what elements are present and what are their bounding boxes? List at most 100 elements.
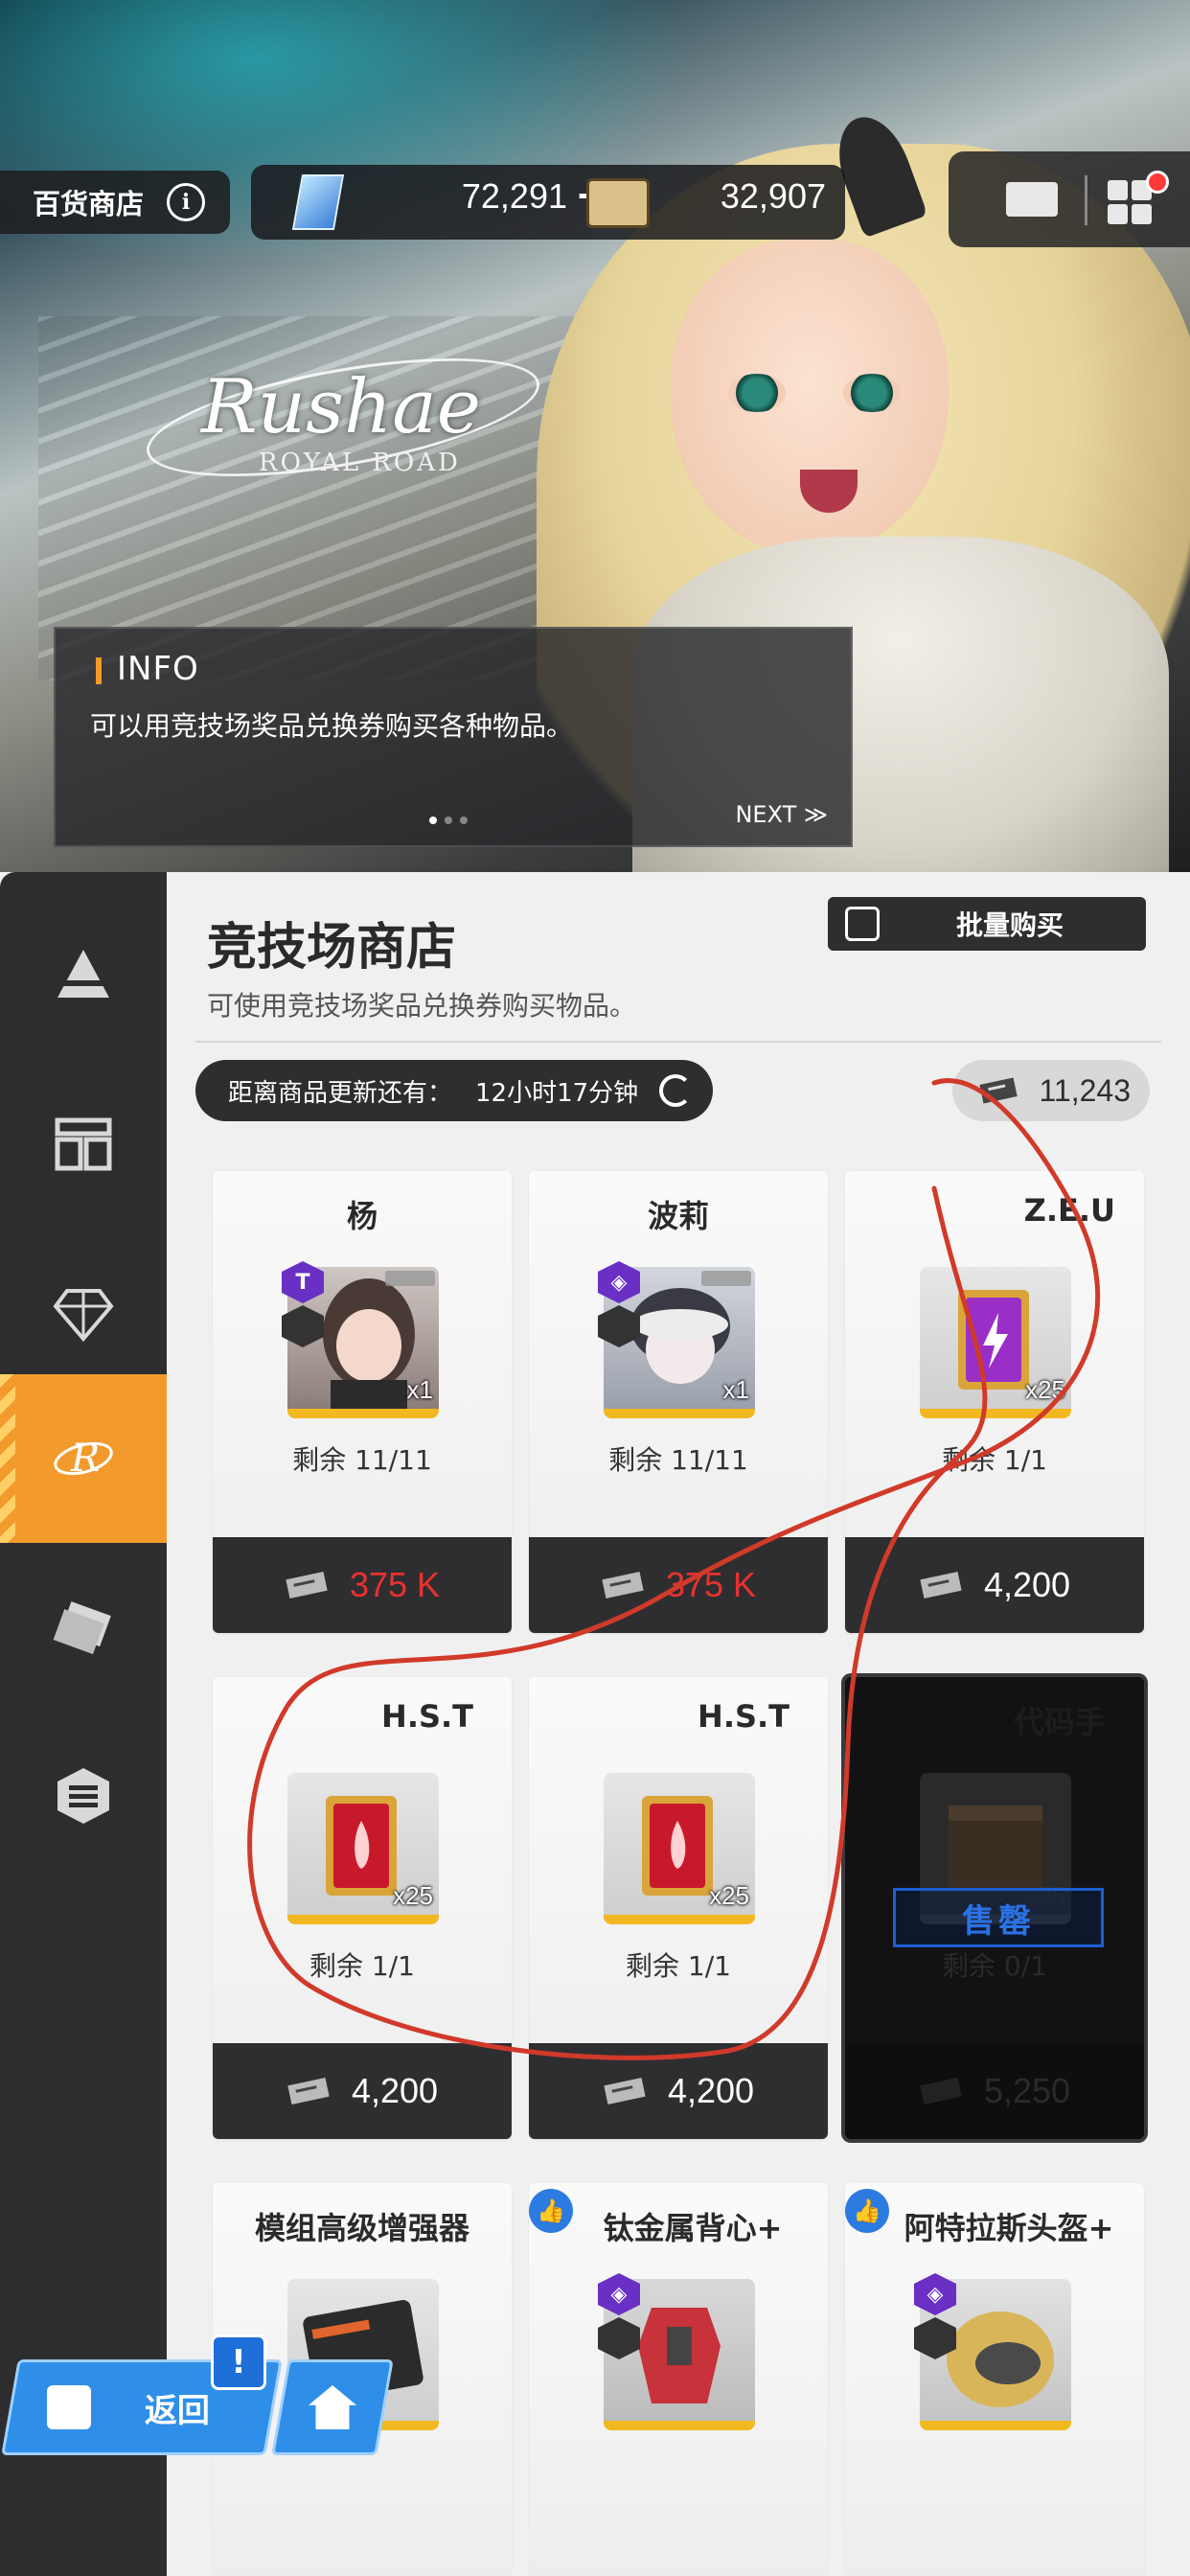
item-price-value: 4,200 bbox=[351, 2071, 439, 2110]
shop-item-card[interactable]: 波莉 x1 ◈ 剩余 11/11 375 K bbox=[529, 1171, 828, 1633]
back-label: 返回 bbox=[145, 2391, 210, 2430]
item-quantity: x25 bbox=[709, 1881, 749, 1910]
gem-amount: 72,291 bbox=[461, 176, 567, 216]
item-name: 波莉 bbox=[647, 1198, 709, 1234]
item-name: 阿特拉斯头盔+ bbox=[904, 2210, 1114, 2246]
divider bbox=[195, 1041, 1161, 1043]
item-thumbnail: x25 bbox=[604, 1773, 755, 1924]
ticket-balance: 11,243 bbox=[952, 1060, 1150, 1121]
pyramid-icon bbox=[57, 950, 109, 998]
info-accent-bar bbox=[96, 657, 102, 684]
sidebar-item-arena[interactable]: R bbox=[0, 1374, 184, 1543]
shop-category-sidebar: R bbox=[0, 872, 184, 2576]
store-title-block: 百货商店 i bbox=[0, 171, 230, 234]
diamond-icon bbox=[53, 1289, 114, 1343]
item-name: 模组高级增强器 bbox=[254, 2210, 469, 2246]
rarity-stars bbox=[701, 1271, 751, 1286]
refresh-time: 12小时17分钟 bbox=[475, 1078, 639, 1108]
item-quantity: x25 bbox=[393, 1881, 433, 1910]
page-subtitle: 可使用竞技场奖品兑换券购买物品。 bbox=[207, 990, 637, 1022]
shop-item-card[interactable]: H.S.T x25 剩余 1/1 4,200 bbox=[213, 1677, 512, 2139]
item-remaining: 剩余 0/1 bbox=[942, 1950, 1047, 1982]
notification-dot bbox=[1146, 171, 1169, 194]
refresh-icon[interactable] bbox=[659, 1074, 693, 1107]
shop-item-card[interactable]: 👍 钛金属背心+ ◈ bbox=[529, 2183, 828, 2576]
rushae-logo: Rushae ROYAL ROAD bbox=[138, 334, 548, 500]
sidebar-item-layers[interactable] bbox=[0, 1712, 167, 1880]
refresh-label: 距离商品更新还有： bbox=[228, 1078, 453, 1108]
item-price-value: 375 K bbox=[665, 1565, 757, 1604]
item-price-value: 4,200 bbox=[983, 1565, 1071, 1604]
header-actions bbox=[949, 151, 1190, 247]
logo-title: Rushae bbox=[201, 364, 481, 450]
ticket-icon bbox=[602, 1572, 644, 1598]
shop-item-card[interactable]: 杨 x1 T 剩余 11/11 375 K bbox=[213, 1171, 512, 1633]
ticket-icon bbox=[979, 1077, 1018, 1104]
item-name: H.S.T bbox=[381, 1698, 473, 1735]
item-remaining: 剩余 11/11 bbox=[608, 1444, 748, 1476]
info-panel: INFO 可以用竞技场奖品兑换券购买各种物品。 NEXT ≫ bbox=[54, 627, 853, 847]
ticket-icon bbox=[920, 2078, 962, 2104]
currency-bar: 72,291 + 32,907 bbox=[251, 165, 845, 240]
shop-main-panel: 竞技场商店 可使用竞技场奖品兑换券购买物品。 批量购买 距离商品更新还有： 12… bbox=[167, 872, 1190, 2576]
item-thumbnail: x25 bbox=[920, 1267, 1071, 1418]
item-price-value: 375 K bbox=[349, 1565, 441, 1604]
pager-dots bbox=[429, 816, 468, 824]
item-price[interactable]: 4,200 bbox=[213, 2043, 512, 2139]
refresh-timer: 距离商品更新还有： 12小时17分钟 bbox=[195, 1060, 713, 1121]
sidebar-item-tickets[interactable] bbox=[0, 1543, 167, 1712]
item-price[interactable]: 375 K bbox=[529, 1537, 828, 1633]
item-remaining: 剩余 11/11 bbox=[292, 1444, 432, 1476]
store-title: 百货商店 bbox=[33, 188, 145, 220]
item-remaining: 剩余 1/1 bbox=[309, 1950, 415, 1982]
active-stripe bbox=[0, 1374, 15, 1543]
ticket-stack-icon bbox=[53, 1601, 111, 1655]
svg-text:R: R bbox=[70, 1437, 100, 1481]
shop-item-card[interactable]: 👍 阿特拉斯头盔+ ◈ bbox=[845, 2183, 1144, 2576]
shop-item-card[interactable]: Z.E.U x25 剩余 1/1 4,200 bbox=[845, 1171, 1144, 1633]
ticket-icon bbox=[287, 2078, 330, 2104]
event-banner[interactable]: Rushae ROYAL ROAD INFO 可以用竞技场奖品兑换券购买各种物品… bbox=[0, 0, 1190, 872]
item-name: Z.E.U bbox=[1023, 1192, 1115, 1229]
bulk-buy-label: 批量购买 bbox=[956, 909, 1064, 941]
item-thumbnail: x25 bbox=[287, 1773, 439, 1924]
item-price[interactable]: 375 K bbox=[213, 1537, 512, 1633]
grid-menu-icon[interactable] bbox=[1108, 180, 1152, 224]
item-remaining: 剩余 1/1 bbox=[942, 1444, 1047, 1476]
item-price-value: 5,250 bbox=[983, 2071, 1071, 2110]
top-bar: 百货商店 i 72,291 + 32,907 bbox=[0, 151, 1190, 247]
item-quantity: x1 bbox=[406, 1375, 433, 1404]
divider bbox=[1085, 175, 1087, 225]
item-quantity: x1 bbox=[722, 1375, 749, 1404]
sidebar-item-diamond[interactable] bbox=[0, 1229, 167, 1397]
credit-amount: 32,907 bbox=[720, 176, 826, 216]
sidebar-item-pyramid[interactable] bbox=[0, 891, 167, 1060]
bulk-buy-button[interactable]: 批量购买 bbox=[828, 897, 1146, 951]
character-eye bbox=[843, 374, 901, 412]
home-button[interactable] bbox=[271, 2359, 394, 2455]
item-price: 5,250 bbox=[845, 2043, 1144, 2139]
item-name: 代码手 bbox=[1013, 1704, 1106, 1740]
item-price[interactable]: 4,200 bbox=[529, 2043, 828, 2139]
item-price[interactable]: 4,200 bbox=[845, 1537, 1144, 1633]
item-remaining: 剩余 1/1 bbox=[626, 1950, 731, 1982]
item-name: 钛金属背心+ bbox=[603, 2210, 783, 2246]
shop-item-card[interactable]: H.S.T x25 剩余 1/1 4,200 bbox=[529, 1677, 828, 2139]
ticket-icon bbox=[604, 2078, 646, 2104]
character-eye bbox=[728, 374, 786, 412]
ticket-balance-value: 11,243 bbox=[1039, 1073, 1132, 1108]
alert-badge[interactable]: ! bbox=[211, 2334, 266, 2390]
ticket-icon bbox=[286, 1572, 328, 1598]
store-icon bbox=[55, 1117, 112, 1171]
gem-icon bbox=[291, 174, 345, 230]
banner-glow bbox=[0, 0, 728, 288]
next-button[interactable]: NEXT ≫ bbox=[735, 801, 828, 828]
info-text: 可以用竞技场奖品兑换券购买各种物品。 bbox=[90, 710, 574, 742]
shop-item-card-sold-out[interactable]: 代码手 x25 售罄 剩余 0/1 5,250 bbox=[845, 1677, 1144, 2139]
bulk-buy-checkbox[interactable] bbox=[845, 907, 880, 941]
item-price-value: 4,200 bbox=[667, 2071, 755, 2110]
info-icon[interactable]: i bbox=[167, 183, 206, 221]
mail-icon[interactable] bbox=[1006, 182, 1058, 217]
home-icon bbox=[309, 2385, 356, 2429]
sidebar-item-store[interactable] bbox=[0, 1060, 167, 1229]
